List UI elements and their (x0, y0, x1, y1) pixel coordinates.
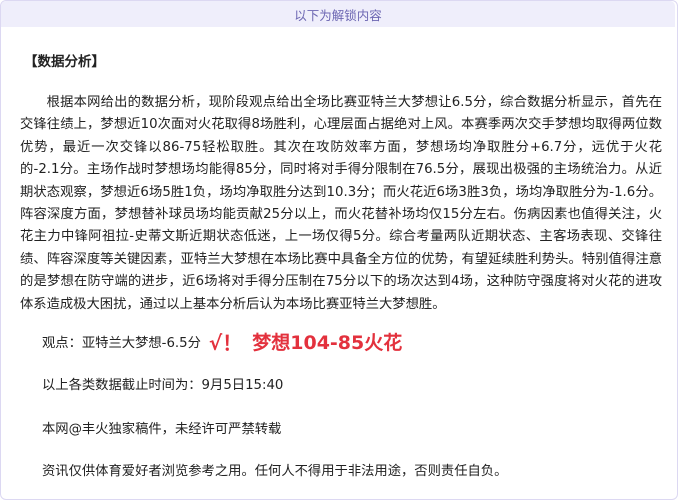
check-mark-icon: √！ (208, 330, 243, 355)
unlock-banner: 以下为解锁内容 (1, 1, 675, 27)
section-heading: 【数据分析】 (24, 54, 105, 70)
data-cutoff-time: 以上各类数据截止时间为：9月5日15:40 (42, 378, 284, 393)
verdict-result: 梦想104-85火花 (252, 331, 403, 354)
disclaimer: 资讯仅供体育爱好者浏览参考之用。任何人不得用于非法用途，否则责任自负。 (42, 464, 508, 479)
copyright-notice: 本网@丰火独家稿件，未经许可严禁转载 (42, 422, 282, 437)
verdict-line: 观点：亚特兰大梦想-6.5分 √！ 梦想104-85火花 (42, 326, 402, 356)
verdict-label: 观点：亚特兰大梦想-6.5分 (42, 335, 201, 351)
analysis-paragraph: 根据本网给出的数据分析，现阶段观点给出全场比赛亚特兰大梦想让6.5分，综合数据分… (20, 95, 662, 312)
